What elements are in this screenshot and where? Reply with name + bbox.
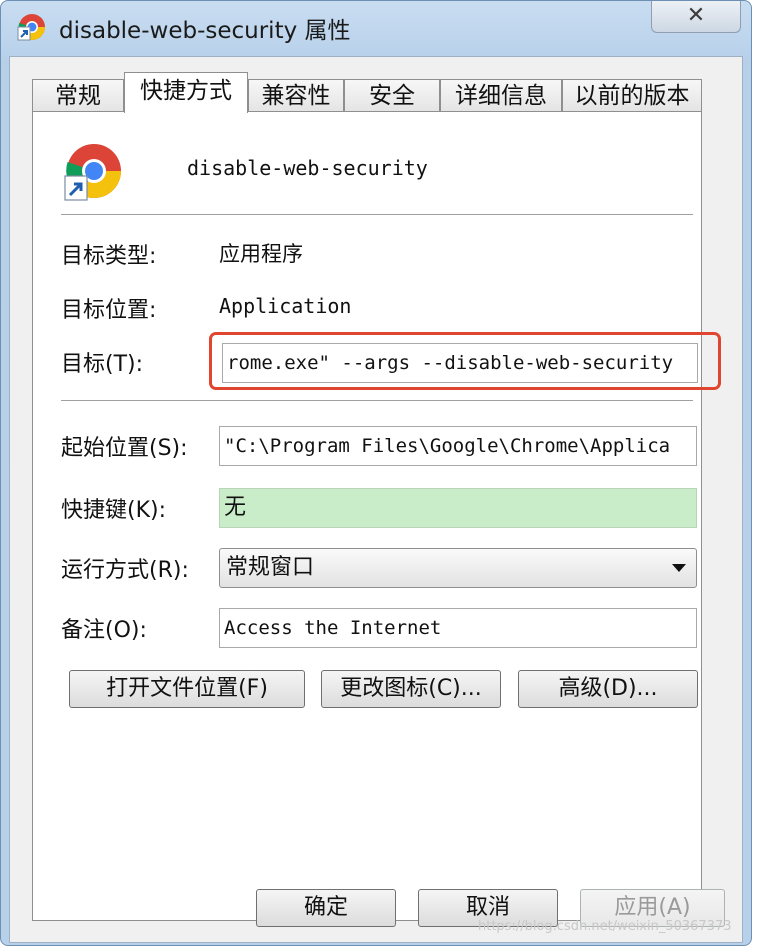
open-file-location-button[interactable]: 打开文件位置(F) bbox=[69, 670, 305, 708]
chevron-down-icon bbox=[672, 564, 686, 572]
close-icon: ✕ bbox=[686, 3, 706, 28]
shortcut-panel: disable-web-security 目标类型: 应用程序 目标位置: Ap… bbox=[32, 111, 702, 921]
tab-general[interactable]: 常规 bbox=[32, 79, 124, 112]
tab-details[interactable]: 详细信息 bbox=[440, 79, 562, 112]
dialog-client-area: 常规 快捷方式 兼容性 安全 详细信息 以前的版本 disable-web-se… bbox=[9, 56, 743, 943]
advanced-button[interactable]: 高级(D)... bbox=[518, 670, 698, 708]
change-icon-button[interactable]: 更改图标(C)... bbox=[321, 670, 501, 708]
start-in-input[interactable]: "C:\Program Files\Google\Chrome\Applica bbox=[219, 426, 697, 466]
tab-security[interactable]: 安全 bbox=[344, 79, 440, 112]
tab-compatibility[interactable]: 兼容性 bbox=[248, 79, 344, 112]
divider bbox=[61, 400, 693, 402]
run-label: 运行方式(R): bbox=[61, 558, 189, 583]
comment-input[interactable]: Access the Internet bbox=[219, 608, 697, 648]
title-bar[interactable]: disable-web-security 属性 ✕ bbox=[1, 1, 751, 51]
tab-shortcut[interactable]: 快捷方式 bbox=[124, 72, 248, 113]
hotkey-label: 快捷键(K): bbox=[61, 498, 167, 523]
shortcut-name: disable-web-security bbox=[187, 156, 428, 180]
target-label: 目标(T): bbox=[61, 352, 144, 377]
ok-button[interactable]: 确定 bbox=[256, 889, 396, 927]
start-in-label: 起始位置(S): bbox=[61, 436, 188, 461]
divider bbox=[61, 214, 693, 216]
run-select[interactable]: 常规窗口 bbox=[219, 548, 697, 588]
target-type-label: 目标类型: bbox=[61, 244, 157, 269]
hotkey-input[interactable]: 无 bbox=[219, 488, 697, 528]
target-location-value: Application bbox=[219, 294, 352, 318]
chrome-shortcut-icon bbox=[64, 144, 121, 201]
chrome-icon bbox=[17, 14, 46, 41]
window-title: disable-web-security 属性 bbox=[59, 18, 351, 44]
annotation-highlight-box bbox=[209, 332, 721, 390]
tab-previous-versions[interactable]: 以前的版本 bbox=[562, 79, 702, 112]
comment-label: 备注(O): bbox=[61, 618, 147, 643]
properties-window: disable-web-security 属性 ✕ 常规 快捷方式 兼容性 安全… bbox=[0, 0, 752, 946]
watermark-text: https://blog.csdn.net/weixin_50367373 bbox=[478, 919, 732, 934]
close-button[interactable]: ✕ bbox=[651, 1, 741, 33]
target-location-label: 目标位置: bbox=[61, 298, 157, 323]
target-type-value: 应用程序 bbox=[219, 242, 303, 266]
run-select-value: 常规窗口 bbox=[226, 555, 315, 580]
